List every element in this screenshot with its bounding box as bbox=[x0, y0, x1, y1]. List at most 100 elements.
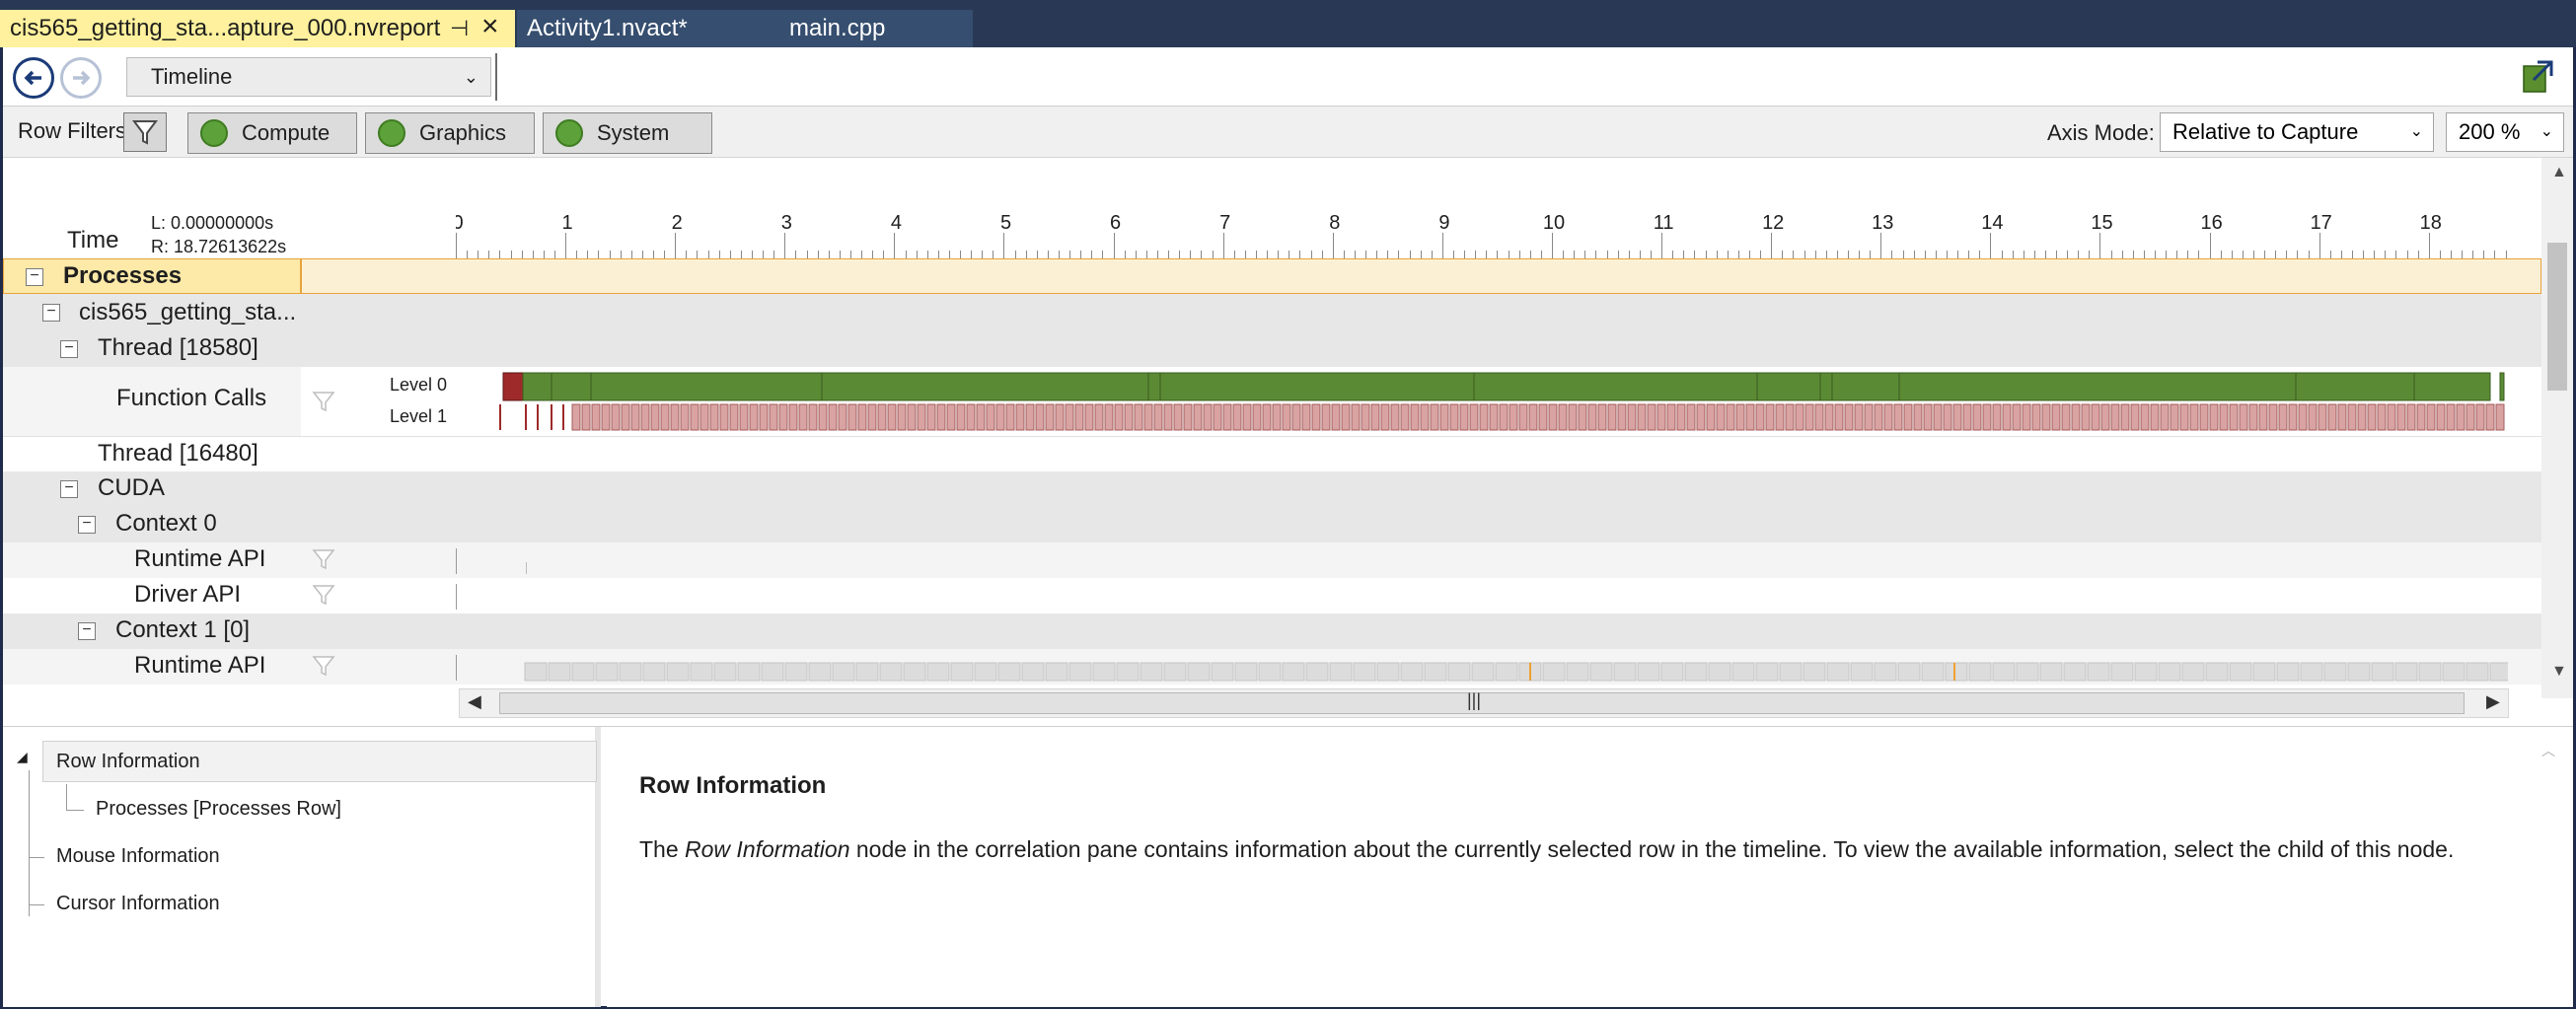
runtime-api-call[interactable] bbox=[642, 662, 666, 682]
function-call-block[interactable] bbox=[966, 403, 976, 431]
function-call-block[interactable] bbox=[2495, 403, 2505, 431]
function-call-block[interactable] bbox=[2258, 403, 2268, 431]
function-call-block[interactable] bbox=[1528, 403, 1538, 431]
function-call-block[interactable] bbox=[1147, 372, 1161, 401]
function-call-block[interactable] bbox=[1923, 403, 1933, 431]
function-call-block[interactable] bbox=[630, 403, 640, 431]
function-call-block[interactable] bbox=[847, 403, 857, 431]
runtime-api-call[interactable] bbox=[855, 662, 879, 682]
funnel-icon[interactable] bbox=[311, 653, 336, 679]
thread-row-18580[interactable]: − Thread [18580] bbox=[3, 331, 2541, 367]
function-call-block[interactable] bbox=[1854, 403, 1864, 431]
function-call-block[interactable] bbox=[1831, 372, 1900, 401]
runtime-api-call[interactable] bbox=[2229, 662, 2252, 682]
function-call-block[interactable] bbox=[2466, 403, 2475, 431]
expand-triangle-icon[interactable]: ◢ bbox=[17, 749, 28, 765]
function-call-block[interactable] bbox=[2160, 403, 2170, 431]
function-call-block[interactable] bbox=[1074, 403, 1084, 431]
function-call-block[interactable] bbox=[650, 403, 660, 431]
function-call-block[interactable] bbox=[1449, 403, 1459, 431]
function-call-block[interactable] bbox=[690, 403, 699, 431]
runtime-api-call[interactable] bbox=[1234, 662, 1258, 682]
function-call-block[interactable] bbox=[2120, 403, 2130, 431]
runtime-api-call[interactable] bbox=[974, 662, 997, 682]
function-call-block[interactable] bbox=[1065, 403, 1074, 431]
function-call-block[interactable] bbox=[1785, 403, 1795, 431]
runtime-api-call[interactable] bbox=[1613, 662, 1637, 682]
function-call-block[interactable] bbox=[946, 403, 956, 431]
graphics-filter-button[interactable]: Graphics bbox=[365, 112, 535, 154]
function-call-block[interactable] bbox=[936, 403, 946, 431]
runtime-api-call[interactable] bbox=[1637, 662, 1660, 682]
function-call-block[interactable] bbox=[887, 403, 897, 431]
runtime-api-call[interactable] bbox=[1708, 662, 1731, 682]
runtime-api-call[interactable] bbox=[903, 662, 926, 682]
function-call-block[interactable] bbox=[1213, 403, 1222, 431]
function-call-block[interactable] bbox=[759, 403, 769, 431]
function-call-block[interactable] bbox=[1390, 403, 1400, 431]
runtime-api-call[interactable] bbox=[2466, 662, 2489, 682]
function-call-block[interactable] bbox=[719, 403, 729, 431]
function-call-block[interactable] bbox=[2002, 403, 2012, 431]
runtime-api-call[interactable] bbox=[2394, 662, 2418, 682]
function-call-block[interactable] bbox=[1597, 403, 1607, 431]
function-call-block[interactable] bbox=[1272, 403, 1282, 431]
function-call-block[interactable] bbox=[976, 403, 986, 431]
function-call-block[interactable] bbox=[2278, 403, 2288, 431]
runtime-api-call[interactable] bbox=[1376, 662, 1400, 682]
function-call-block[interactable] bbox=[798, 403, 808, 431]
runtime-api-call[interactable] bbox=[784, 662, 808, 682]
function-call-block[interactable] bbox=[1361, 403, 1370, 431]
runtime-api-call[interactable] bbox=[2039, 662, 2063, 682]
function-call-block[interactable] bbox=[1775, 403, 1785, 431]
function-call-block[interactable] bbox=[2268, 403, 2278, 431]
function-call-block[interactable] bbox=[1242, 403, 1252, 431]
runtime-api-call[interactable] bbox=[2087, 662, 2110, 682]
funnel-icon[interactable] bbox=[311, 582, 336, 608]
function-call-block[interactable] bbox=[1962, 403, 1972, 431]
function-call-block[interactable] bbox=[808, 403, 818, 431]
function-call-block[interactable] bbox=[2367, 403, 2377, 431]
function-call-block[interactable] bbox=[1864, 403, 1874, 431]
runtime-api-call[interactable] bbox=[1424, 662, 1447, 682]
function-call-block[interactable] bbox=[1351, 403, 1361, 431]
function-call-block[interactable] bbox=[1913, 403, 1923, 431]
function-call-block[interactable] bbox=[838, 403, 847, 431]
function-call-block[interactable] bbox=[1084, 403, 1094, 431]
runtime-api-call[interactable] bbox=[548, 662, 571, 682]
runtime-api-call[interactable] bbox=[1755, 662, 1779, 682]
function-call-block[interactable] bbox=[1420, 403, 1430, 431]
function-call-block[interactable] bbox=[499, 404, 501, 430]
function-call-block[interactable] bbox=[1578, 403, 1587, 431]
runtime-api-call[interactable] bbox=[1779, 662, 1803, 682]
runtime-api-call[interactable] bbox=[926, 662, 950, 682]
function-call-block[interactable] bbox=[1331, 403, 1341, 431]
runtime-api-call[interactable] bbox=[1953, 663, 1955, 681]
function-call-block[interactable] bbox=[1548, 403, 1558, 431]
runtime-api-row-ctx0[interactable]: Runtime API bbox=[3, 542, 2541, 578]
function-call-block[interactable] bbox=[1159, 372, 1475, 401]
function-call-block[interactable] bbox=[1025, 403, 1035, 431]
function-call-block[interactable] bbox=[2377, 403, 2387, 431]
function-call-block[interactable] bbox=[2209, 403, 2219, 431]
runtime-api-call[interactable] bbox=[997, 662, 1021, 682]
function-call-block[interactable] bbox=[1291, 403, 1301, 431]
runtime-api-call[interactable] bbox=[1850, 662, 1874, 682]
runtime-api-call[interactable] bbox=[1187, 662, 1211, 682]
function-call-block[interactable] bbox=[2413, 372, 2491, 401]
function-call-block[interactable] bbox=[2061, 403, 2071, 431]
runtime-api-call[interactable] bbox=[2016, 662, 2039, 682]
function-call-block[interactable] bbox=[2239, 403, 2248, 431]
function-call-block[interactable] bbox=[1370, 403, 1380, 431]
function-call-block[interactable] bbox=[1627, 403, 1637, 431]
process-row[interactable]: − cis565_getting_sta... bbox=[3, 294, 2541, 331]
scroll-down-icon[interactable]: ▼ bbox=[2551, 663, 2567, 681]
close-icon[interactable]: × bbox=[481, 8, 499, 45]
function-call-block[interactable] bbox=[1933, 403, 1943, 431]
runtime-api-call[interactable] bbox=[2300, 662, 2323, 682]
function-call-block[interactable] bbox=[1473, 372, 1758, 401]
function-call-block[interactable] bbox=[1696, 403, 1706, 431]
runtime-api-row-ctx1[interactable]: Runtime API bbox=[3, 649, 2541, 685]
function-call-block[interactable] bbox=[1518, 403, 1528, 431]
function-call-block[interactable] bbox=[2426, 403, 2436, 431]
